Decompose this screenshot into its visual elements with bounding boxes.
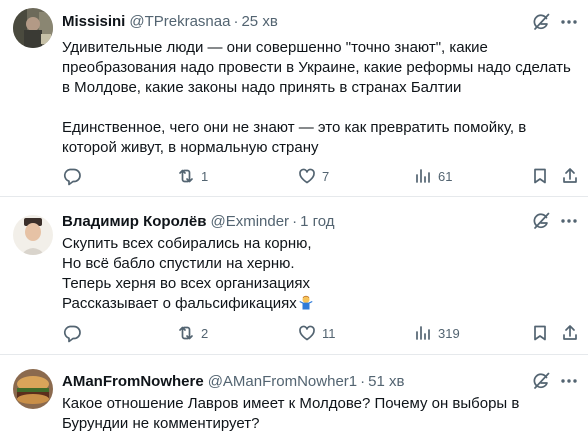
author-name[interactable]: Владимир Королёв — [62, 213, 206, 230]
reply-icon — [63, 168, 81, 186]
action-bar: 1 7 61 — [56, 165, 586, 187]
tweet-header: Владимир Королёв @Exminder · 1 год — [62, 211, 334, 231]
separator-dot: · — [233, 12, 239, 30]
bookmark-button[interactable] — [530, 322, 550, 344]
views-button[interactable]: 319 — [413, 322, 460, 344]
share-icon — [563, 325, 577, 340]
bookmark-icon — [534, 325, 546, 341]
share-button[interactable] — [560, 165, 580, 187]
tweet-header: Missisini @TPrekrasnaa · 25 хв — [62, 11, 278, 31]
like-button[interactable]: 7 — [297, 165, 329, 187]
timestamp[interactable]: 25 хв — [241, 13, 277, 30]
like-count: 7 — [322, 168, 330, 184]
tweet-1[interactable]: Missisini @TPrekrasnaa · 25 хв Удивитель… — [0, 0, 588, 197]
person-shrugging-emoji — [298, 294, 314, 310]
tweet-line: которой живут, в нормальную страну — [62, 139, 319, 156]
author-name[interactable]: AManFromNowhere — [62, 373, 204, 390]
retweet-count: 1 — [201, 168, 209, 184]
tweet-line: в Молдове, какие законы надо принять в с… — [62, 79, 462, 96]
avatar[interactable] — [13, 215, 53, 255]
more-options-icon[interactable] — [558, 370, 580, 392]
author-handle[interactable]: @TPrekrasnaa — [129, 13, 230, 30]
share-icon — [563, 168, 577, 183]
more-options-icon[interactable] — [558, 210, 580, 232]
views-button[interactable]: 61 — [413, 165, 452, 187]
grok-icon[interactable] — [530, 210, 552, 232]
reply-icon — [63, 325, 81, 343]
tweet-line: Но всё бабло спустили на херню. — [62, 255, 295, 272]
heart-icon — [299, 168, 315, 184]
author-name[interactable]: Missisini — [62, 13, 125, 30]
retweet-icon — [179, 169, 193, 183]
avatar[interactable] — [13, 8, 53, 48]
tweet-line: Бурундии не комментирует? — [62, 415, 260, 432]
tweet-line — [62, 98, 572, 118]
bookmark-button[interactable] — [530, 165, 550, 187]
heart-icon — [299, 325, 315, 341]
tweet-line: Рассказывает о фальсификациях — [62, 295, 297, 312]
views-count: 319 — [438, 325, 460, 341]
tweet-text: Скупить всех собирались на корню, Но всё… — [62, 234, 572, 314]
share-button[interactable] — [560, 322, 580, 344]
tweet-line: Единственное, чего они не знают — это ка… — [62, 119, 527, 136]
tweet-line: Скупить всех собирались на корню, — [62, 235, 312, 252]
tweet-header: AManFromNowhere @AManFromNowher1 · 51 хв — [62, 371, 404, 391]
separator-dot: · — [292, 212, 298, 230]
bookmark-icon — [534, 168, 546, 184]
tweet-line: Теперь херня во всех организациях — [62, 275, 310, 292]
avatar[interactable] — [13, 369, 53, 409]
tweet-3[interactable]: AManFromNowhere @AManFromNowher1 · 51 хв… — [0, 355, 588, 446]
views-icon — [416, 169, 430, 183]
action-bar: 2 11 319 — [56, 322, 586, 344]
retweet-count: 2 — [201, 325, 209, 341]
tweet-line: преобразования надо провести в Украине, … — [62, 59, 571, 76]
retweet-button[interactable]: 1 — [176, 165, 208, 187]
retweet-icon — [179, 326, 193, 340]
views-count: 61 — [438, 168, 453, 184]
like-count: 11 — [322, 325, 336, 341]
timestamp[interactable]: 1 год — [300, 213, 334, 230]
reply-button[interactable] — [62, 322, 87, 344]
author-handle[interactable]: @Exminder — [210, 213, 289, 230]
retweet-button[interactable]: 2 — [176, 322, 208, 344]
tweet-line-with-emoji: Рассказывает о фальсификациях — [62, 294, 572, 314]
tweet-line: Удивительные люди — они совершенно "точн… — [62, 39, 488, 56]
separator-dot: · — [360, 372, 366, 390]
views-icon — [416, 326, 430, 340]
reply-button[interactable] — [62, 165, 87, 187]
tweet-text: Какое отношение Лавров имеет к Молдове? … — [62, 394, 572, 434]
like-button[interactable]: 11 — [297, 322, 336, 344]
tweet-2[interactable]: Владимир Королёв @Exminder · 1 год Скупи… — [0, 197, 588, 355]
author-handle[interactable]: @AManFromNowher1 — [208, 373, 357, 390]
more-options-icon[interactable] — [558, 11, 580, 33]
tweet-text: Удивительные люди — они совершенно "точн… — [62, 38, 572, 158]
timestamp[interactable]: 51 хв — [368, 373, 404, 390]
grok-icon[interactable] — [530, 11, 552, 33]
grok-icon[interactable] — [530, 370, 552, 392]
tweet-line: Какое отношение Лавров имеет к Молдове? … — [62, 395, 520, 412]
